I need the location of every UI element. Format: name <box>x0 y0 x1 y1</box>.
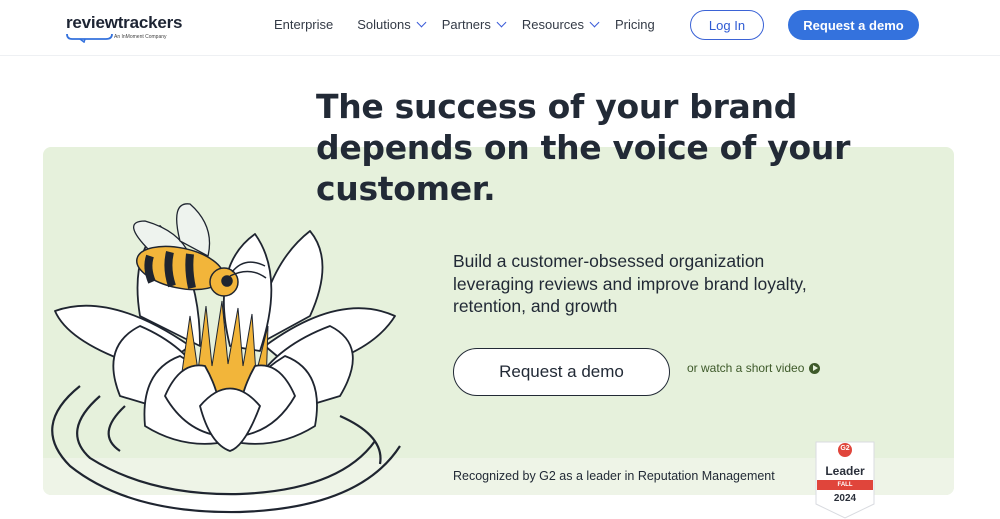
nav-label: Solutions <box>357 17 411 32</box>
nav-resources[interactable]: Resources <box>521 17 600 32</box>
chevron-down-icon <box>589 17 600 28</box>
nav-label: Partners <box>441 17 491 32</box>
nav-label: Pricing <box>615 17 655 32</box>
lotus-bee-illustration <box>51 203 401 514</box>
watch-video-link[interactable]: or watch a short video <box>687 361 821 375</box>
logo-wordmark: reviewtrackers <box>66 13 183 32</box>
g2-logo-text: G2 <box>840 445 850 452</box>
nav-pricing[interactable]: Pricing <box>615 17 655 32</box>
g2-leader-badge[interactable]: G2 Leader FALL 2024 <box>812 436 878 519</box>
site-header: reviewtrackers An InMoment Company Enter… <box>0 0 1000 56</box>
nav-label: Resources <box>521 17 585 32</box>
g2-recognition-text: Recognized by G2 as a leader in Reputati… <box>453 469 775 483</box>
subtext-line: leveraging reviews and improve brand loy… <box>453 273 807 294</box>
speech-bubble-icon <box>66 33 113 43</box>
hero-subtext: Build a customer-obsessed organization l… <box>453 250 873 318</box>
watch-video-label: or watch a short video <box>687 361 805 375</box>
badge-year: 2024 <box>833 493 857 504</box>
nav-solutions[interactable]: Solutions <box>357 17 427 32</box>
hero-headline: The success of your brand depends on the… <box>316 86 916 209</box>
badge-title: Leader <box>825 464 865 478</box>
chevron-down-icon <box>496 17 507 28</box>
logo[interactable]: reviewtrackers An InMoment Company <box>66 13 183 46</box>
login-button[interactable]: Log In <box>690 10 764 40</box>
nav-partners[interactable]: Partners <box>441 17 507 32</box>
headline-line: customer. <box>316 169 496 208</box>
logo-tagline: An InMoment Company <box>114 34 167 40</box>
chevron-down-icon <box>416 17 427 28</box>
main-nav: Enterprise Solutions Partners Resources … <box>274 17 655 32</box>
nav-label: Enterprise <box>274 17 334 32</box>
badge-season: FALL <box>817 480 873 490</box>
request-demo-hero-button[interactable]: Request a demo <box>453 348 670 396</box>
nav-enterprise[interactable]: Enterprise <box>274 17 333 32</box>
request-demo-header-button[interactable]: Request a demo <box>788 10 919 40</box>
subtext-line: retention, and growth <box>453 296 618 316</box>
subtext-line: Build a customer-obsessed organization <box>453 251 765 271</box>
headline-line: depends on the voice of your <box>316 128 851 167</box>
play-icon <box>809 362 821 374</box>
headline-line: The success of your brand <box>316 87 798 126</box>
